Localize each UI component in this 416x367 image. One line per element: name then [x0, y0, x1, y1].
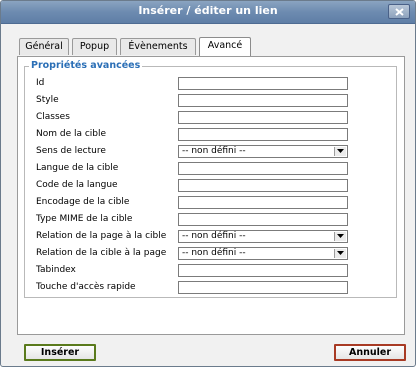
field-label-tabindex: Tabindex	[36, 265, 76, 275]
advanced-properties-fieldset: Propriétés avancées Id Style Classes Nom…	[24, 60, 397, 298]
title-bar[interactable]: Insérer / éditer un lien	[1, 1, 415, 24]
rev-select-value: -- non défini --	[182, 248, 246, 258]
chevron-down-icon	[337, 251, 344, 255]
tab-popup[interactable]: Popup	[72, 38, 117, 55]
tab-general[interactable]: Général	[19, 38, 69, 55]
chevron-down-icon	[337, 149, 344, 153]
rev-select[interactable]: -- non défini --	[178, 247, 348, 260]
dropdown-arrow[interactable]	[334, 232, 346, 241]
link-dialog: Insérer / éditer un lien Général Popup É…	[0, 0, 416, 367]
style-input[interactable]	[178, 94, 348, 107]
tab-advanced[interactable]: Avancé	[199, 37, 251, 56]
classes-input[interactable]	[178, 111, 348, 124]
field-label-language-code: Code de la langue	[36, 180, 118, 190]
field-label-target-language: Langue de la cible	[36, 163, 119, 173]
tab-panel-advanced: Propriétés avancées Id Style Classes Nom…	[17, 56, 405, 335]
mime-type-input[interactable]	[178, 213, 348, 226]
chevron-down-icon	[337, 234, 344, 238]
insert-button[interactable]: Insérer	[24, 344, 96, 361]
tab-events[interactable]: Évènements	[120, 38, 196, 55]
field-label-accesskey: Touche d'accès rapide	[36, 282, 136, 292]
fieldset-legend: Propriétés avancées	[29, 60, 143, 71]
direction-select[interactable]: -- non défini --	[178, 145, 348, 158]
field-label-mime-type: Type MIME de la cible	[36, 214, 133, 224]
direction-select-value: -- non défini --	[182, 146, 246, 156]
field-label-target-encoding: Encodage de la cible	[36, 197, 130, 207]
cancel-button[interactable]: Annuler	[334, 344, 406, 361]
accesskey-input[interactable]	[178, 281, 348, 294]
dropdown-arrow[interactable]	[334, 147, 346, 156]
field-label-rel: Relation de la page à la cible	[36, 231, 167, 241]
rel-select-value: -- non défini --	[182, 231, 246, 241]
language-code-input[interactable]	[178, 179, 348, 192]
close-button[interactable]	[388, 4, 410, 19]
field-label-direction: Sens de lecture	[36, 146, 106, 156]
field-label-classes: Classes	[36, 112, 70, 122]
target-name-input[interactable]	[178, 128, 348, 141]
target-encoding-input[interactable]	[178, 196, 348, 209]
field-label-id: Id	[36, 78, 45, 88]
close-icon	[395, 8, 404, 16]
rel-select[interactable]: -- non défini --	[178, 230, 348, 243]
field-label-style: Style	[36, 95, 59, 105]
target-language-input[interactable]	[178, 162, 348, 175]
dropdown-arrow[interactable]	[334, 249, 346, 258]
id-input[interactable]	[178, 77, 348, 90]
dialog-title: Insérer / éditer un lien	[138, 4, 278, 17]
field-label-rev: Relation de la cible à la page	[36, 248, 167, 258]
field-label-target-name: Nom de la cible	[36, 129, 107, 139]
tabindex-input[interactable]	[178, 264, 348, 277]
